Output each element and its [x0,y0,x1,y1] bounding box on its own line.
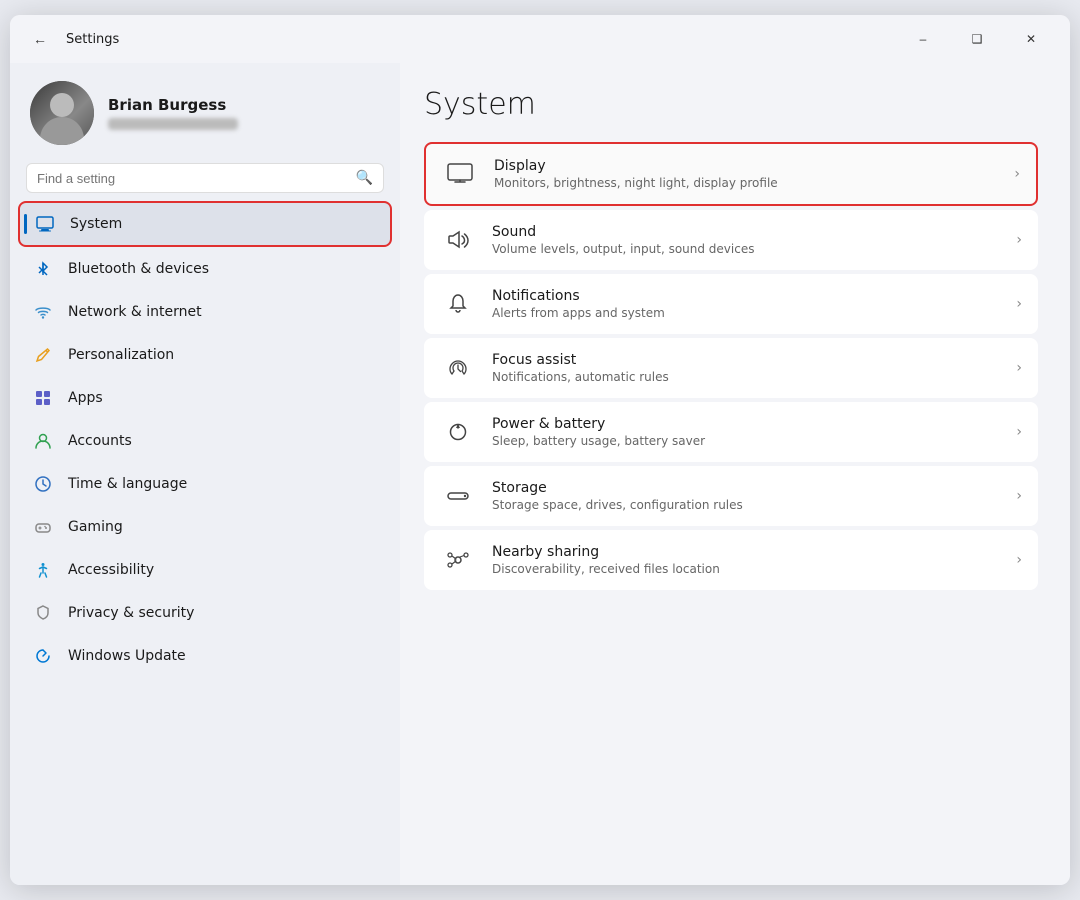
storage-icon [440,478,476,514]
focus-chevron: › [1016,360,1022,376]
setting-display[interactable]: Display Monitors, brightness, night ligh… [424,142,1038,206]
maximize-button[interactable]: ❑ [954,23,1000,55]
setting-nearby[interactable]: Nearby sharing Discoverability, received… [424,530,1038,590]
sidebar-item-bluetooth-label: Bluetooth & devices [68,261,209,277]
display-desc: Monitors, brightness, night light, displ… [494,176,998,190]
sidebar-item-apps[interactable]: Apps [18,377,392,419]
sidebar-item-accessibility-label: Accessibility [68,562,154,578]
sound-text: Sound Volume levels, output, input, soun… [492,224,1000,256]
accessibility-icon [32,559,54,581]
gaming-icon [32,516,54,538]
storage-desc: Storage space, drives, configuration rul… [492,498,1000,512]
accounts-icon [32,430,54,452]
power-name: Power & battery [492,416,1000,432]
display-name: Display [494,158,998,174]
sidebar-item-update-label: Windows Update [68,648,186,664]
sidebar-item-accounts-label: Accounts [68,433,132,449]
nearby-chevron: › [1016,552,1022,568]
notifications-name: Notifications [492,288,1000,304]
setting-sound[interactable]: Sound Volume levels, output, input, soun… [424,210,1038,270]
sidebar-item-personalization[interactable]: Personalization [18,334,392,376]
storage-chevron: › [1016,488,1022,504]
network-icon [32,301,54,323]
notifications-icon [440,286,476,322]
nearby-desc: Discoverability, received files location [492,562,1000,576]
sidebar-item-apps-label: Apps [68,390,103,406]
page-title: System [424,87,1038,122]
sidebar-item-bluetooth[interactable]: Bluetooth & devices [18,248,392,290]
sound-chevron: › [1016,232,1022,248]
sidebar-item-system-label: System [70,216,122,232]
close-button[interactable]: ✕ [1008,23,1054,55]
power-text: Power & battery Sleep, battery usage, ba… [492,416,1000,448]
setting-focus[interactable]: Focus assist Notifications, automatic ru… [424,338,1038,398]
profile-email [108,118,238,130]
search-box[interactable]: 🔍 [26,163,384,193]
sidebar-item-accessibility[interactable]: Accessibility [18,549,392,591]
nearby-icon [440,542,476,578]
power-icon [440,414,476,450]
back-button[interactable]: ← [26,25,54,53]
personalization-icon [32,344,54,366]
setting-power[interactable]: Power & battery Sleep, battery usage, ba… [424,402,1038,462]
content-area: Brian Burgess 🔍 [10,63,1070,885]
focus-icon [440,350,476,386]
storage-name: Storage [492,480,1000,496]
system-icon [34,213,56,235]
sidebar-item-time[interactable]: Time & language [18,463,392,505]
sound-icon [440,222,476,258]
sidebar-item-network-label: Network & internet [68,304,202,320]
power-chevron: › [1016,424,1022,440]
power-desc: Sleep, battery usage, battery saver [492,434,1000,448]
settings-window: ← Settings – ❑ ✕ Brian Burgess [10,15,1070,885]
title-bar: ← Settings – ❑ ✕ [10,15,1070,63]
update-icon [32,645,54,667]
search-icon: 🔍 [356,170,373,186]
sidebar-item-accounts[interactable]: Accounts [18,420,392,462]
sidebar: Brian Burgess 🔍 [10,63,400,885]
setting-storage[interactable]: Storage Storage space, drives, configura… [424,466,1038,526]
apps-icon [32,387,54,409]
sidebar-item-privacy-label: Privacy & security [68,605,194,621]
title-bar-left: ← Settings [26,25,119,53]
notifications-desc: Alerts from apps and system [492,306,1000,320]
notifications-chevron: › [1016,296,1022,312]
focus-name: Focus assist [492,352,1000,368]
settings-list: Display Monitors, brightness, night ligh… [424,142,1038,590]
sidebar-item-gaming[interactable]: Gaming [18,506,392,548]
focus-text: Focus assist Notifications, automatic ru… [492,352,1000,384]
window-controls: – ❑ ✕ [900,23,1054,55]
time-icon [32,473,54,495]
setting-notifications[interactable]: Notifications Alerts from apps and syste… [424,274,1038,334]
avatar-image [30,81,94,145]
minimize-button[interactable]: – [900,23,946,55]
nav-items: System Bluetooth & devices [10,201,400,677]
sidebar-item-update[interactable]: Windows Update [18,635,392,677]
focus-desc: Notifications, automatic rules [492,370,1000,384]
bluetooth-icon [32,258,54,280]
sidebar-item-gaming-label: Gaming [68,519,123,535]
sidebar-item-privacy[interactable]: Privacy & security [18,592,392,634]
search-input[interactable] [37,171,348,186]
main-panel: System Display Monitors, brightness, nig… [400,63,1070,885]
notifications-text: Notifications Alerts from apps and syste… [492,288,1000,320]
nearby-name: Nearby sharing [492,544,1000,560]
nearby-text: Nearby sharing Discoverability, received… [492,544,1000,576]
display-text: Display Monitors, brightness, night ligh… [494,158,998,190]
sidebar-item-network[interactable]: Network & internet [18,291,392,333]
sidebar-item-personalization-label: Personalization [68,347,174,363]
window-title: Settings [66,32,119,47]
sidebar-item-system[interactable]: System [18,201,392,247]
profile-info: Brian Burgess [108,96,238,130]
avatar [30,81,94,145]
sound-desc: Volume levels, output, input, sound devi… [492,242,1000,256]
profile-name: Brian Burgess [108,96,238,114]
display-chevron: › [1014,166,1020,182]
sidebar-item-time-label: Time & language [68,476,187,492]
storage-text: Storage Storage space, drives, configura… [492,480,1000,512]
sound-name: Sound [492,224,1000,240]
privacy-icon [32,602,54,624]
display-icon [442,156,478,192]
profile-section: Brian Burgess [10,63,400,159]
